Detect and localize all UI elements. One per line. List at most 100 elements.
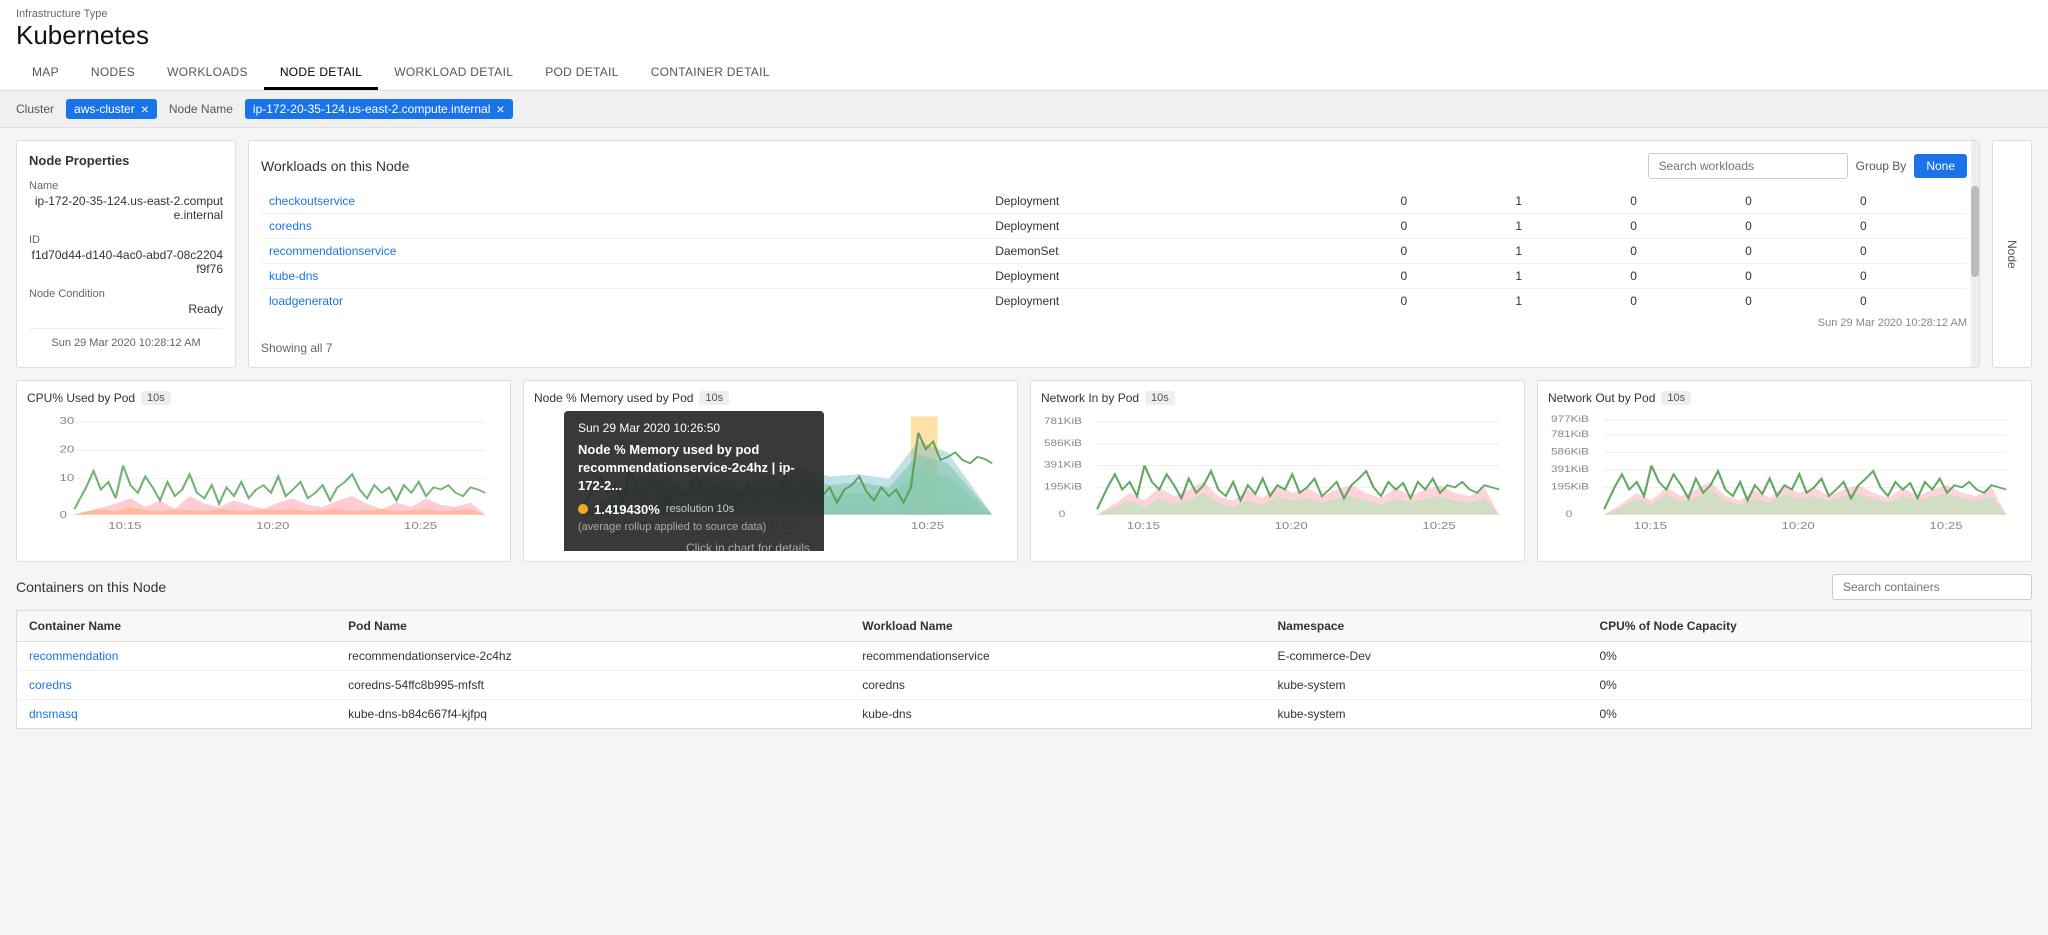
svg-text:30: 30 xyxy=(60,416,75,427)
cluster-filter-tag[interactable]: aws-cluster × xyxy=(66,99,157,119)
workload-c2-cell: 1 xyxy=(1507,239,1622,264)
workload-c3-cell: 0 xyxy=(1622,289,1737,314)
svg-text:0: 0 xyxy=(1566,510,1573,519)
app-title: Kubernetes xyxy=(16,20,2032,51)
container-namespace-cell: E-commerce-Dev xyxy=(1266,642,1588,671)
prop-id-row: ID f1d70d44-d140-4ac0-abd7-08c2204f9f76 xyxy=(29,234,223,276)
workload-name-cell[interactable]: coredns xyxy=(261,214,987,239)
nav-tab-pod_detail[interactable]: POD DETAIL xyxy=(529,57,634,90)
nav-tab-workload_detail[interactable]: WORKLOAD DETAIL xyxy=(378,57,529,90)
workload-name-cell[interactable]: recommendationservice xyxy=(261,239,987,264)
container-workload-cell: coredns xyxy=(850,671,1265,700)
workload-c1-cell: 0 xyxy=(1392,264,1507,289)
node-properties-title: Node Properties xyxy=(29,153,223,168)
cpu-chart-area[interactable]: 30 20 10 0 10:15 10:20 10:25 xyxy=(27,411,500,551)
workload-link[interactable]: kube-dns xyxy=(269,269,318,283)
network-in-chart-interval: 10s xyxy=(1145,391,1175,405)
nav-tab-workloads[interactable]: WORKLOADS xyxy=(151,57,264,90)
container-row: dnsmasq kube-dns-b84c667f4-kjfpq kube-dn… xyxy=(17,700,2032,729)
workloads-panel: Workloads on this Node Group By None che… xyxy=(248,140,1980,368)
workloads-scrollbar-thumb xyxy=(1971,186,1979,276)
svg-text:20: 20 xyxy=(60,444,75,455)
search-containers-input[interactable] xyxy=(1832,574,2032,600)
nav-tab-container_detail[interactable]: CONTAINER DETAIL xyxy=(635,57,786,90)
prop-condition-row: Node Condition Ready xyxy=(29,288,223,316)
workload-c1-cell: 0 xyxy=(1392,214,1507,239)
workload-link[interactable]: coredns xyxy=(269,219,312,233)
memory-chart-title-row: Node % Memory used by Pod 10s xyxy=(534,391,1007,405)
containers-title: Containers on this Node xyxy=(16,579,166,595)
tooltip-click-hint: Click in chart for details xyxy=(578,541,810,551)
prop-name-label: Name xyxy=(29,180,223,192)
table-row: checkoutservice Deployment 0 1 0 0 0 xyxy=(261,189,1967,214)
tooltip-dot-icon xyxy=(578,504,588,514)
node-properties-timestamp: Sun 29 Mar 2020 10:28:12 AM xyxy=(29,337,223,349)
network-in-chart-area[interactable]: 781KiB 586KiB 391KiB 195KiB 0 10:15 10:2… xyxy=(1041,411,1514,551)
network-in-chart-card: Network In by Pod 10s 781KiB 586KiB 391K… xyxy=(1030,380,1525,562)
container-workload-cell: kube-dns xyxy=(850,700,1265,729)
group-by-none-button[interactable]: None xyxy=(1914,154,1967,178)
workload-name-cell[interactable]: loadgenerator xyxy=(261,289,987,314)
workload-link[interactable]: loadgenerator xyxy=(269,294,343,308)
workload-type-cell: Deployment xyxy=(987,264,1392,289)
nav-tab-map[interactable]: MAP xyxy=(16,57,75,90)
cpu-chart-interval: 10s xyxy=(141,391,171,405)
workload-c5-cell: 0 xyxy=(1852,189,1967,214)
workload-name-cell[interactable]: checkoutservice xyxy=(261,189,987,214)
node-name-filter-label: Node Name xyxy=(169,102,233,116)
table-row: kube-dns Deployment 0 1 0 0 0 xyxy=(261,264,1967,289)
nav-tab-nodes[interactable]: NODES xyxy=(75,57,151,90)
infra-type-label: Infrastructure Type xyxy=(16,8,2032,20)
search-workloads-input[interactable] xyxy=(1648,153,1848,179)
prop-id-label: ID xyxy=(29,234,223,246)
cluster-filter-close[interactable]: × xyxy=(141,102,149,116)
prop-name-row: Name ip-172-20-35-124.us-east-2.compute.… xyxy=(29,180,223,222)
container-name-cell[interactable]: coredns xyxy=(17,671,337,700)
node-side-panel: Node xyxy=(1992,140,2032,368)
container-name-link[interactable]: coredns xyxy=(29,678,72,692)
cluster-filter-label: Cluster xyxy=(16,102,54,116)
memory-chart-title: Node % Memory used by Pod xyxy=(534,391,693,405)
workload-c2-cell: 1 xyxy=(1507,189,1622,214)
memory-chart-area[interactable]: 10:15 10:20 10:25 Sun 29 Mar 2020 10:26:… xyxy=(534,411,1007,551)
containers-header: Containers on this Node xyxy=(16,574,2032,600)
workload-c4-cell: 0 xyxy=(1737,264,1852,289)
workload-c3-cell: 0 xyxy=(1622,264,1737,289)
svg-text:10:25: 10:25 xyxy=(404,520,438,531)
tooltip-resolution: resolution 10s xyxy=(666,503,735,515)
tooltip-value: 1.419430% xyxy=(594,502,660,517)
node-name-filter-close[interactable]: × xyxy=(496,102,504,116)
container-name-link[interactable]: dnsmasq xyxy=(29,707,78,721)
container-cpu-cell: 0% xyxy=(1587,671,2031,700)
container-name-cell[interactable]: recommendation xyxy=(17,642,337,671)
container-name-link[interactable]: recommendation xyxy=(29,649,118,663)
container-pod-cell: kube-dns-b84c667f4-kjfpq xyxy=(336,700,850,729)
workload-c5-cell: 0 xyxy=(1852,289,1967,314)
tooltip-value-row: 1.419430% resolution 10s xyxy=(578,502,810,517)
cpu-chart-title-row: CPU% Used by Pod 10s xyxy=(27,391,500,405)
memory-chart-interval: 10s xyxy=(699,391,729,405)
workload-c4-cell: 0 xyxy=(1737,214,1852,239)
tooltip-title: Node % Memory used by pod recommendation… xyxy=(578,441,810,496)
col-container-name: Container Name xyxy=(17,611,337,642)
node-name-filter-tag[interactable]: ip-172-20-35-124.us-east-2.compute.inter… xyxy=(245,99,513,119)
network-out-chart-area[interactable]: 977KiB 781KiB 586KiB 391KiB 195KiB 0 10:… xyxy=(1548,411,2021,551)
workload-link[interactable]: checkoutservice xyxy=(269,194,355,208)
tooltip-avg: (average rollup applied to source data) xyxy=(578,521,810,533)
workload-c2-cell: 1 xyxy=(1507,214,1622,239)
containers-table: Container Name Pod Name Workload Name Na… xyxy=(16,610,2032,729)
workload-link[interactable]: recommendationservice xyxy=(269,244,396,258)
nav-tab-node_detail[interactable]: NODE DETAIL xyxy=(264,57,378,90)
memory-chart-tooltip: Sun 29 Mar 2020 10:26:50 Node % Memory u… xyxy=(564,411,824,551)
workload-c2-cell: 1 xyxy=(1507,264,1622,289)
workload-c4-cell: 0 xyxy=(1737,189,1852,214)
container-name-cell[interactable]: dnsmasq xyxy=(17,700,337,729)
workloads-scrollbar[interactable] xyxy=(1971,141,1979,367)
workload-c5-cell: 0 xyxy=(1852,214,1967,239)
container-row: recommendation recommendationservice-2c4… xyxy=(17,642,2032,671)
workload-name-cell[interactable]: kube-dns xyxy=(261,264,987,289)
network-out-chart-interval: 10s xyxy=(1661,391,1691,405)
workload-c1-cell: 0 xyxy=(1392,239,1507,264)
workloads-title: Workloads on this Node xyxy=(261,158,409,174)
svg-text:10:25: 10:25 xyxy=(911,520,945,531)
